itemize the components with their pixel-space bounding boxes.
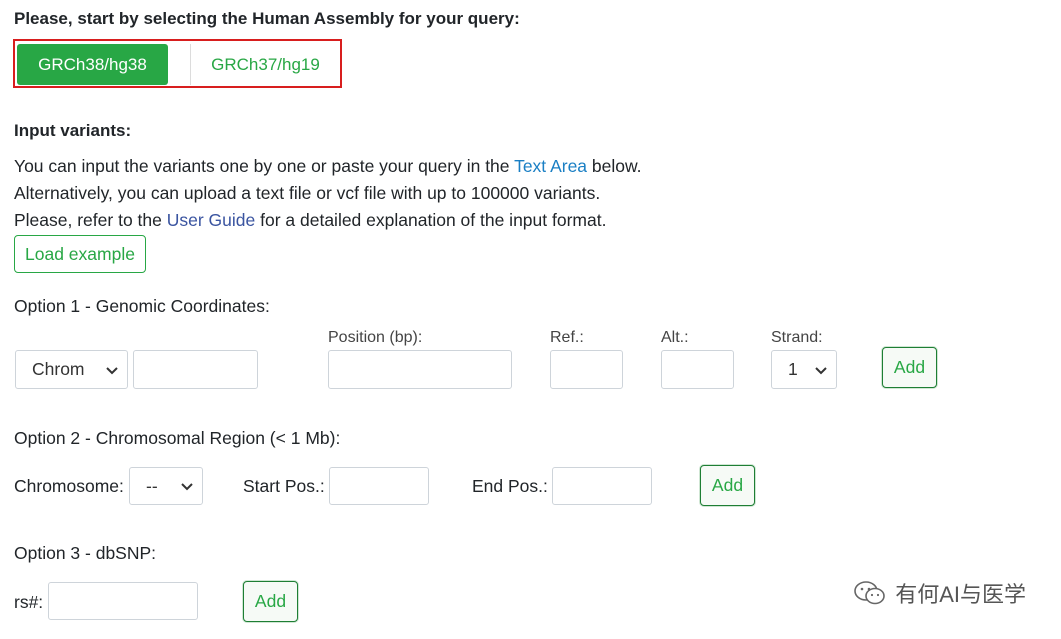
chevron-down-icon: [815, 366, 827, 374]
chromosome-select[interactable]: --: [129, 467, 203, 505]
option2-add-button[interactable]: Add: [700, 465, 755, 506]
alt-label: Alt.:: [661, 329, 689, 346]
chrom-select[interactable]: Chrom: [15, 350, 128, 389]
line3-text: Please, refer to the: [14, 210, 167, 230]
alt-input[interactable]: [661, 350, 734, 389]
line1-text: You can input the variants one by one or…: [14, 156, 515, 176]
chevron-down-icon: [106, 366, 118, 374]
position-input[interactable]: [328, 350, 512, 389]
chrom-select-value: Chrom: [32, 359, 85, 379]
line3-tail: for a detailed explanation of the input …: [255, 210, 607, 230]
end-pos-label: End Pos.:: [472, 476, 548, 496]
input-instructions-line1: You can input the variants one by one or…: [14, 153, 642, 180]
strand-select-value: 1: [788, 359, 798, 379]
input-variants-heading: Input variants:: [14, 121, 132, 140]
option3-add-button[interactable]: Add: [243, 581, 298, 622]
watermark: 有何AI与医学: [853, 577, 1026, 609]
assembly-grch38-button[interactable]: GRCh38/hg38: [17, 44, 168, 85]
option2-title: Option 2 - Chromosomal Region (< 1 Mb):: [14, 428, 341, 448]
wechat-icon: [854, 581, 886, 605]
start-pos-input[interactable]: [329, 467, 429, 505]
load-example-button[interactable]: Load example: [14, 235, 146, 273]
ref-label: Ref.:: [550, 329, 584, 346]
rs-label: rs#:: [14, 592, 44, 612]
assembly-selector: GRCh38/hg38 GRCh37/hg19: [13, 39, 342, 88]
end-pos-input[interactable]: [552, 467, 652, 505]
input-instructions-line3: Please, refer to the User Guide for a de…: [14, 207, 606, 234]
option3-title: Option 3 - dbSNP:: [14, 543, 157, 563]
rs-input[interactable]: [48, 582, 198, 620]
strand-label: Strand:: [771, 329, 823, 346]
position-label: Position (bp):: [328, 329, 423, 346]
line1-tail: below.: [587, 156, 642, 176]
chevron-down-icon: [181, 483, 193, 491]
text-area-link[interactable]: Text Area: [514, 156, 587, 176]
watermark-text: 有何AI与医学: [895, 582, 1026, 607]
input-instructions-line2: Alternatively, you can upload a text fil…: [14, 183, 601, 203]
user-guide-link[interactable]: User Guide: [167, 210, 256, 230]
strand-select[interactable]: 1: [771, 350, 837, 389]
chrom-position-input[interactable]: [133, 350, 258, 389]
chromosome-select-value: --: [146, 475, 158, 496]
ref-input[interactable]: [550, 350, 623, 389]
assembly-prompt: Please, start by selecting the Human Ass…: [14, 9, 520, 28]
option1-add-button[interactable]: Add: [882, 347, 937, 388]
start-pos-label: Start Pos.:: [243, 476, 325, 496]
option1-title: Option 1 - Genomic Coordinates:: [14, 296, 270, 316]
chromosome-label: Chromosome:: [14, 476, 124, 496]
assembly-grch37-button[interactable]: GRCh37/hg19: [190, 44, 340, 85]
